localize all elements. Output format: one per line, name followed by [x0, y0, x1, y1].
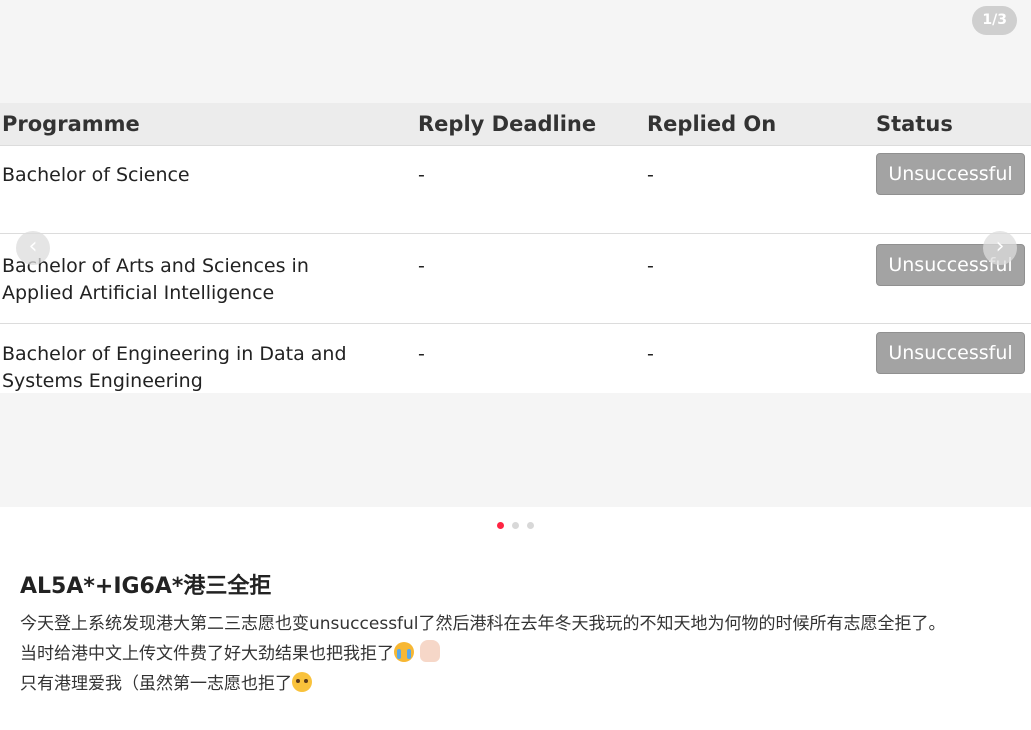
image-carousel[interactable]: 1/3 Programme Reply Deadline Replied On …: [0, 0, 1031, 507]
post-body: 今天登上系统发现港大第二三志愿也变unsuccessful了然后港科在去年冬天我…: [20, 609, 1015, 699]
header-status: Status: [876, 112, 953, 136]
chevron-right-icon: ›: [995, 234, 1005, 259]
post-line-text: 今天登上系统发现港大第二三志愿也变unsuccessful了然后港科在去年冬天我…: [20, 614, 946, 634]
header-reply-deadline: Reply Deadline: [418, 112, 597, 136]
reply-deadline-cell: -: [418, 343, 425, 365]
carousel-prev-button[interactable]: ‹: [16, 231, 50, 265]
table-row: Bachelor of Engineering in Data and Syst…: [0, 323, 1031, 393]
crying-face-icon: [394, 642, 414, 662]
table-row: Bachelor of Science - - Unsuccessful: [0, 145, 1031, 233]
reply-deadline-cell: -: [418, 164, 425, 186]
replied-on-cell: -: [647, 255, 654, 277]
status-badge: Unsuccessful: [876, 332, 1025, 374]
carousel-pagination: [0, 522, 1031, 529]
reply-deadline-cell: -: [418, 255, 425, 277]
admission-status-table: Programme Reply Deadline Replied On Stat…: [0, 103, 1031, 393]
header-replied-on: Replied On: [647, 112, 777, 136]
image-counter: 1/3: [972, 6, 1017, 35]
table-header: Programme Reply Deadline Replied On Stat…: [0, 103, 1031, 145]
replied-on-cell: -: [647, 164, 654, 186]
status-cell: Unsuccessful: [876, 153, 1031, 195]
carousel-next-button[interactable]: ›: [983, 231, 1017, 265]
pagination-dot-1[interactable]: [497, 522, 504, 529]
programme-cell: Bachelor of Engineering in Data and Syst…: [2, 343, 347, 392]
post-line-text: 只有港理爱我（虽然第一志愿也拒了: [20, 674, 292, 694]
pagination-dot-3[interactable]: [527, 522, 534, 529]
post-line-2: 当时给港中文上传文件费了好大劲结果也把我拒了: [20, 639, 1015, 669]
raised-hand-icon: [420, 640, 440, 662]
status-badge: Unsuccessful: [876, 153, 1025, 195]
header-programme: Programme: [2, 112, 140, 136]
post-title: AL5A*+IG6A*港三全拒: [20, 574, 272, 599]
status-cell: Unsuccessful: [876, 332, 1031, 374]
pleading-face-icon: [292, 672, 312, 692]
post-line-3: 只有港理爱我（虽然第一志愿也拒了: [20, 669, 1015, 699]
programme-cell: Bachelor of Science: [2, 164, 190, 186]
chevron-left-icon: ‹: [28, 234, 38, 259]
post-line-1: 今天登上系统发现港大第二三志愿也变unsuccessful了然后港科在去年冬天我…: [20, 609, 1015, 639]
post-line-text: 当时给港中文上传文件费了好大劲结果也把我拒了: [20, 644, 394, 664]
programme-cell: Bachelor of Arts and Sciences in Applied…: [2, 255, 309, 304]
pagination-dot-2[interactable]: [512, 522, 519, 529]
table-row: Bachelor of Arts and Sciences in Applied…: [0, 233, 1031, 323]
replied-on-cell: -: [647, 343, 654, 365]
